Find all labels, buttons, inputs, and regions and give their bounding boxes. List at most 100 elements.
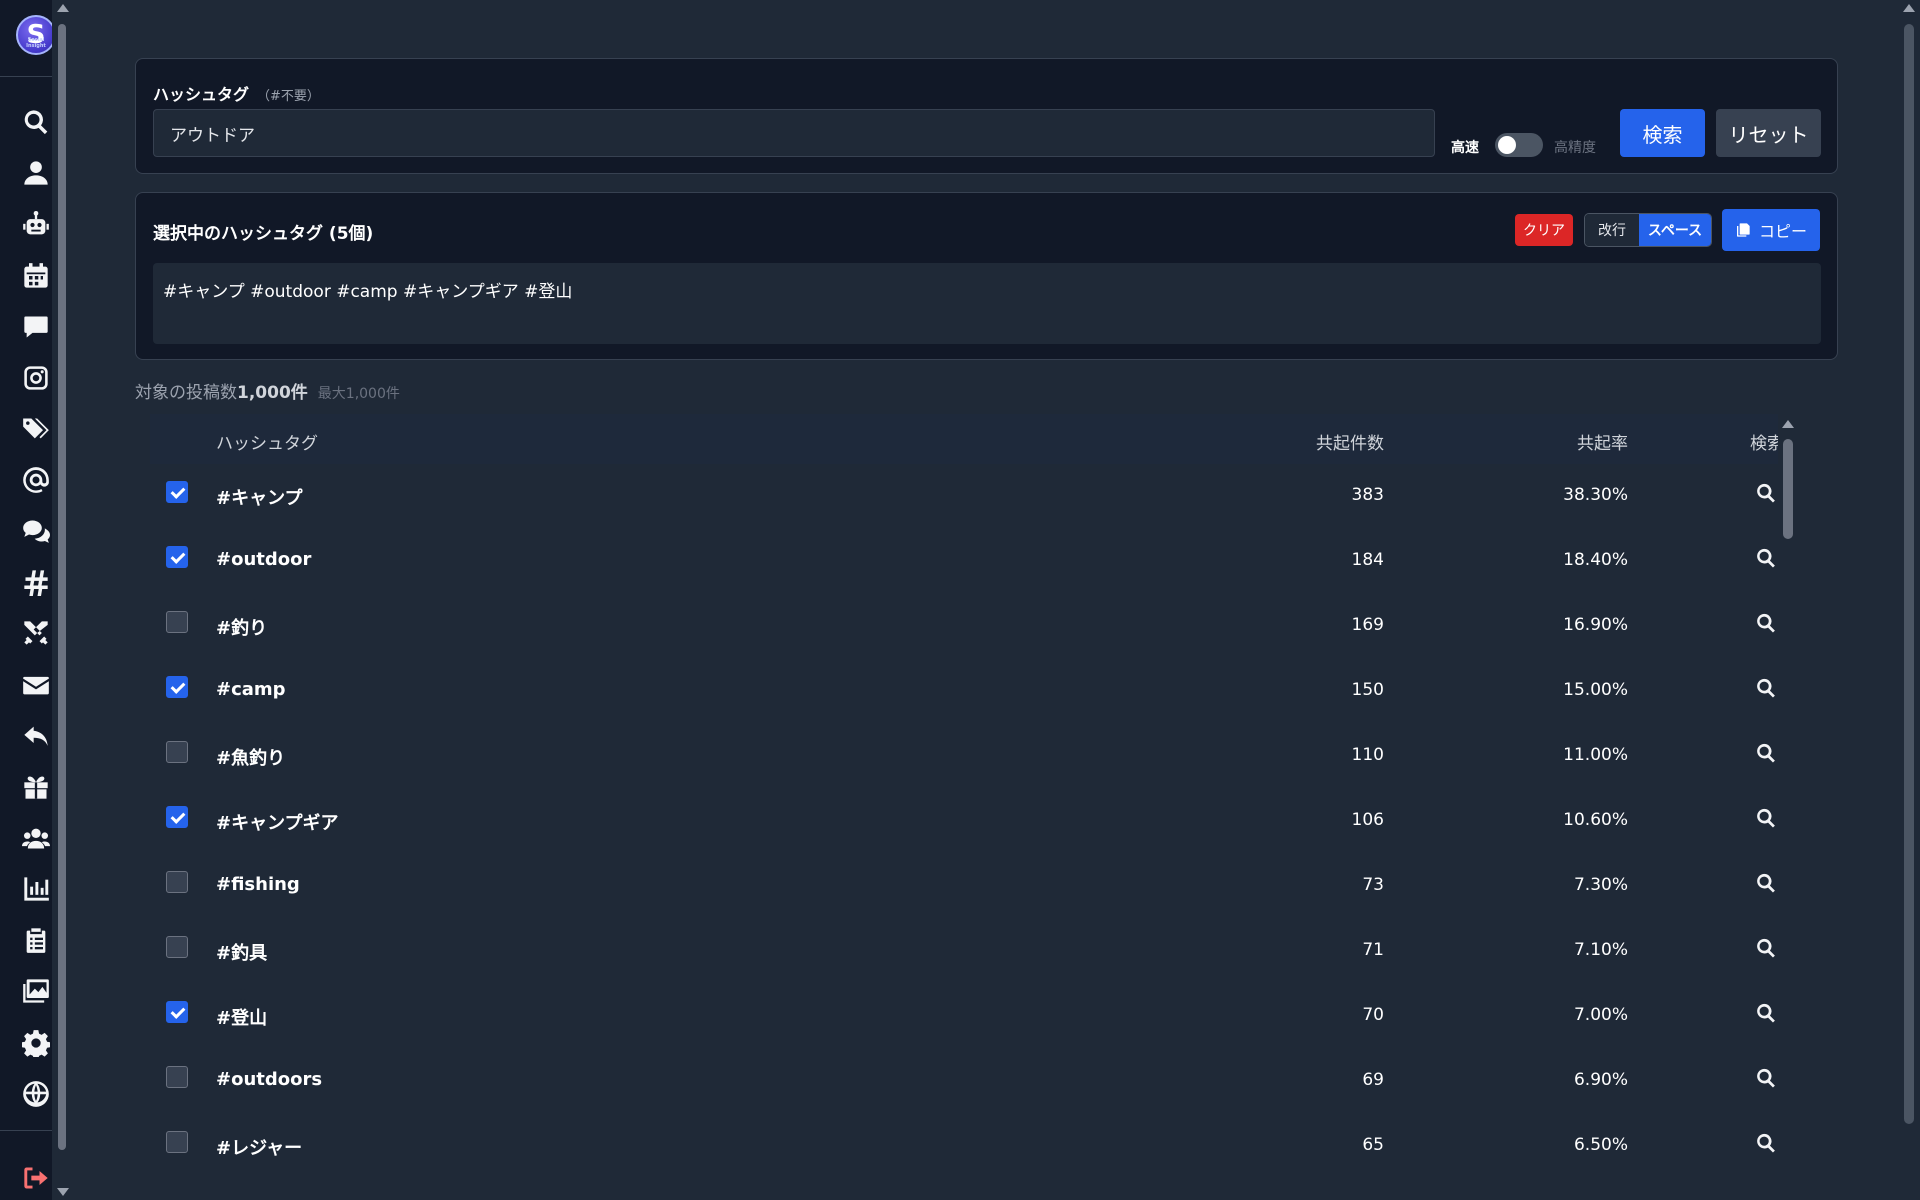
row-count: 383 bbox=[1351, 485, 1384, 505]
row-checkbox[interactable] bbox=[166, 611, 188, 633]
nav-robot[interactable] bbox=[20, 209, 52, 241]
instagram-icon bbox=[24, 366, 48, 390]
nav-reply[interactable] bbox=[20, 720, 52, 752]
row-search-button[interactable] bbox=[1755, 677, 1779, 701]
row-count: 169 bbox=[1351, 615, 1384, 635]
nav-images[interactable] bbox=[20, 975, 52, 1007]
envelope-icon bbox=[23, 676, 49, 695]
header-count[interactable]: 共起件数 bbox=[1316, 429, 1384, 454]
row-search-button[interactable] bbox=[1755, 482, 1779, 506]
row-rate: 15.00% bbox=[1563, 680, 1628, 700]
row-checkbox[interactable] bbox=[166, 1066, 188, 1088]
row-search-button[interactable] bbox=[1755, 612, 1779, 636]
nav-settings[interactable] bbox=[20, 1027, 52, 1059]
row-hashtag: #outdoor bbox=[216, 549, 312, 570]
row-search-button[interactable] bbox=[1755, 1132, 1779, 1156]
scroll-down-arrow[interactable] bbox=[57, 1188, 69, 1196]
search-button[interactable]: 検索 bbox=[1620, 109, 1705, 157]
separator-space-button[interactable]: スペース bbox=[1639, 214, 1711, 246]
nav-comment[interactable] bbox=[20, 311, 52, 343]
table-scrollbar-thumb[interactable] bbox=[1783, 439, 1793, 539]
nav-logout[interactable] bbox=[20, 1162, 52, 1194]
row-count: 150 bbox=[1351, 680, 1384, 700]
search-icon bbox=[1757, 613, 1775, 633]
sidebar-scrollbar[interactable] bbox=[52, 0, 72, 1200]
row-hashtag: #釣具 bbox=[216, 943, 268, 964]
row-count: 110 bbox=[1351, 745, 1384, 765]
nav-user[interactable] bbox=[20, 157, 52, 189]
comments-icon bbox=[23, 520, 50, 543]
nav-tags[interactable] bbox=[20, 413, 52, 445]
row-search-button[interactable] bbox=[1755, 1002, 1779, 1026]
nav-analytics[interactable] bbox=[20, 873, 52, 905]
row-search-button[interactable] bbox=[1755, 1067, 1779, 1091]
users-icon bbox=[22, 828, 50, 849]
row-checkbox[interactable] bbox=[166, 741, 188, 763]
scroll-up-arrow[interactable] bbox=[57, 4, 69, 12]
row-count: 71 bbox=[1362, 940, 1384, 960]
scrollbar-thumb[interactable] bbox=[58, 24, 66, 1150]
page-scrollbar-thumb[interactable] bbox=[1904, 24, 1914, 1124]
hashtag-search-input[interactable] bbox=[153, 109, 1435, 157]
hashtag-label-note: （#不要） bbox=[257, 89, 320, 104]
precision-toggle[interactable] bbox=[1495, 133, 1543, 157]
post-count-summary: 対象の投稿数1,000件 最大1,000件 bbox=[135, 378, 400, 403]
row-checkbox[interactable] bbox=[166, 871, 188, 893]
row-hashtag: #fishing bbox=[216, 874, 300, 895]
row-checkbox[interactable] bbox=[166, 1131, 188, 1153]
selected-hashtags-text[interactable]: #キャンプ #outdoor #camp #キャンプギア #登山 bbox=[153, 263, 1821, 344]
row-rate: 6.90% bbox=[1573, 1070, 1628, 1090]
app-logo[interactable]: S Social Insight bbox=[16, 15, 56, 55]
nav-search[interactable] bbox=[20, 106, 52, 138]
nav-mention[interactable] bbox=[20, 464, 52, 496]
copy-icon bbox=[1736, 223, 1750, 237]
reset-button[interactable]: リセット bbox=[1716, 109, 1821, 157]
nav-mail[interactable] bbox=[20, 669, 52, 701]
row-checkbox[interactable] bbox=[166, 936, 188, 958]
header-rate[interactable]: 共起率 bbox=[1577, 429, 1628, 454]
reply-icon bbox=[24, 726, 48, 746]
nav-calendar[interactable] bbox=[20, 260, 52, 292]
nav-report[interactable] bbox=[20, 924, 52, 956]
row-search-button[interactable] bbox=[1755, 547, 1779, 571]
row-count: 73 bbox=[1362, 875, 1384, 895]
table-row: #camp 150 15.00% bbox=[150, 659, 1798, 724]
search-icon bbox=[1757, 808, 1775, 828]
row-hashtag: #釣り bbox=[216, 618, 268, 639]
row-checkbox[interactable] bbox=[166, 546, 188, 568]
nav-language[interactable] bbox=[20, 1078, 52, 1110]
separator-newline-button[interactable]: 改行 bbox=[1585, 214, 1639, 246]
nav-users[interactable] bbox=[20, 822, 52, 854]
mode-fast-label: 高速 bbox=[1451, 140, 1479, 156]
nav-gift[interactable] bbox=[20, 771, 52, 803]
row-checkbox[interactable] bbox=[166, 1001, 188, 1023]
page-scroll-up-arrow[interactable] bbox=[1903, 4, 1915, 12]
sidebar-divider bbox=[0, 76, 52, 77]
table-scroll-up-arrow[interactable] bbox=[1782, 420, 1794, 428]
sidebar: S Social Insight bbox=[0, 0, 58, 1200]
row-count: 106 bbox=[1351, 810, 1384, 830]
row-checkbox[interactable] bbox=[166, 676, 188, 698]
nav-instagram[interactable] bbox=[20, 362, 52, 394]
row-search-button[interactable] bbox=[1755, 807, 1779, 831]
row-checkbox[interactable] bbox=[166, 806, 188, 828]
gear-icon bbox=[22, 1030, 50, 1057]
nav-hashtag[interactable] bbox=[20, 566, 52, 598]
table-scrollbar[interactable] bbox=[1778, 414, 1798, 1200]
row-search-button[interactable] bbox=[1755, 937, 1779, 961]
row-hashtag: #レジャー bbox=[216, 1138, 303, 1159]
globe-icon bbox=[23, 1081, 49, 1107]
row-search-button[interactable] bbox=[1755, 742, 1779, 766]
post-count-value: 1,000件 bbox=[237, 383, 308, 403]
copy-button[interactable]: コピー bbox=[1722, 209, 1820, 251]
search-icon bbox=[1757, 873, 1775, 893]
row-search-button[interactable] bbox=[1755, 872, 1779, 896]
clear-button[interactable]: クリア bbox=[1515, 214, 1573, 246]
row-count: 69 bbox=[1362, 1070, 1384, 1090]
row-checkbox[interactable] bbox=[166, 481, 188, 503]
page-scrollbar[interactable] bbox=[1898, 0, 1920, 1200]
nav-comments[interactable] bbox=[20, 515, 52, 547]
nav-compete[interactable] bbox=[20, 617, 52, 649]
search-icon bbox=[1757, 938, 1775, 958]
table-row: #outdoors 69 6.90% bbox=[150, 1049, 1798, 1114]
